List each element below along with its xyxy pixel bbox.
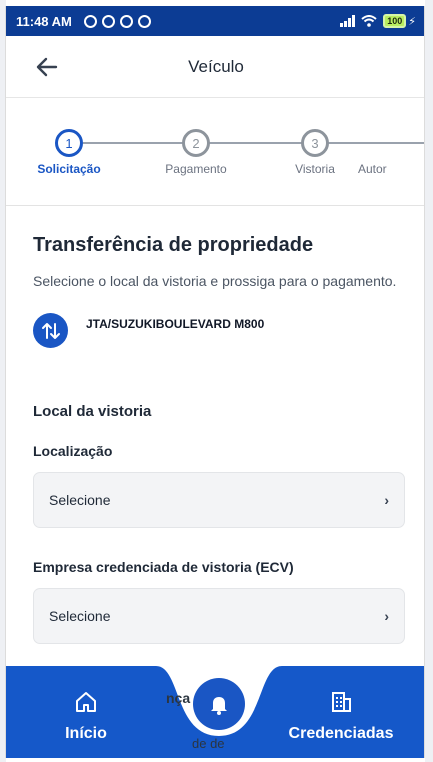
step-label: Autor <box>358 162 387 176</box>
step-label: Solicitação <box>37 162 101 176</box>
ecv-select-value: Selecione <box>49 608 111 624</box>
nav-home[interactable]: Início <box>11 690 161 743</box>
vehicle-name: JTA/SUZUKIBOULEVARD M800 <box>86 317 265 331</box>
obscured-text: de de <box>192 736 225 751</box>
step-number: 3 <box>301 129 329 157</box>
vehicle-info: JTA/SUZUKIBOULEVARD M800 <box>33 313 408 348</box>
progress-stepper: 1 Solicitação 2 Pagamento 3 Vistoria Aut… <box>6 98 424 206</box>
step-autorizacao: Autor <box>358 129 424 176</box>
ecv-select[interactable]: Selecione › <box>33 588 405 644</box>
section-heading: Transferência de propriedade <box>33 234 314 256</box>
step-solicitacao: 1 Solicitação <box>9 129 129 176</box>
battery-icon: 100 ⚡ <box>383 14 416 28</box>
ecv-label: Empresa credenciada de vistoria (ECV) <box>33 559 294 575</box>
location-select[interactable]: Selecione › <box>33 472 405 528</box>
step-number: 1 <box>55 129 83 157</box>
step-label: Pagamento <box>165 162 227 176</box>
main-content: Transferência de propriedade Selecione o… <box>33 234 408 348</box>
step-number: 2 <box>182 129 210 157</box>
bell-icon <box>211 697 227 715</box>
nav-home-label: Início <box>65 725 107 742</box>
app-header: Veículo <box>6 36 424 98</box>
status-time: 11:48 AM <box>16 13 72 29</box>
nav-credenciadas-label: Credenciadas <box>288 725 394 742</box>
alarm-icon <box>83 14 97 28</box>
bottom-navigation: nça de de Início Credenciadas <box>6 666 424 758</box>
background-app-edge-right <box>425 0 433 762</box>
location-section-title: Local da vistoria <box>33 403 152 420</box>
battery-level: 100 <box>383 14 407 28</box>
step-vistoria: 3 Vistoria <box>255 129 375 176</box>
location-select-value: Selecione <box>49 492 111 508</box>
nav-credenciadas[interactable]: Credenciadas <box>266 690 416 743</box>
charging-icon: ⚡ <box>408 15 416 28</box>
notifications-button[interactable] <box>193 678 245 730</box>
step-label: Vistoria <box>295 162 335 176</box>
swap-icon <box>33 313 68 348</box>
home-icon <box>76 692 96 712</box>
location-label: Localização <box>33 443 113 459</box>
signal-icon <box>340 15 356 27</box>
obscured-text: nça <box>166 690 191 706</box>
instructions-text: Selecione o local da vistoria e prossiga… <box>33 273 397 289</box>
arrow-left-icon[interactable] <box>34 54 60 80</box>
notification-icon <box>137 14 151 28</box>
chevron-right-icon: › <box>384 492 389 508</box>
chevron-right-icon: › <box>384 608 389 624</box>
status-bar: 11:48 AM 100 ⚡ <box>6 6 424 36</box>
step-pagamento: 2 Pagamento <box>136 129 256 176</box>
building-icon <box>332 692 351 712</box>
alarm-icon <box>101 14 115 28</box>
notification-icon <box>119 14 133 28</box>
wifi-icon <box>361 15 377 27</box>
vehicle-transfer-screen: 11:48 AM 100 ⚡ Veículo 1 Solicitação 2 P… <box>5 6 425 758</box>
page-title: Veículo <box>188 56 244 76</box>
